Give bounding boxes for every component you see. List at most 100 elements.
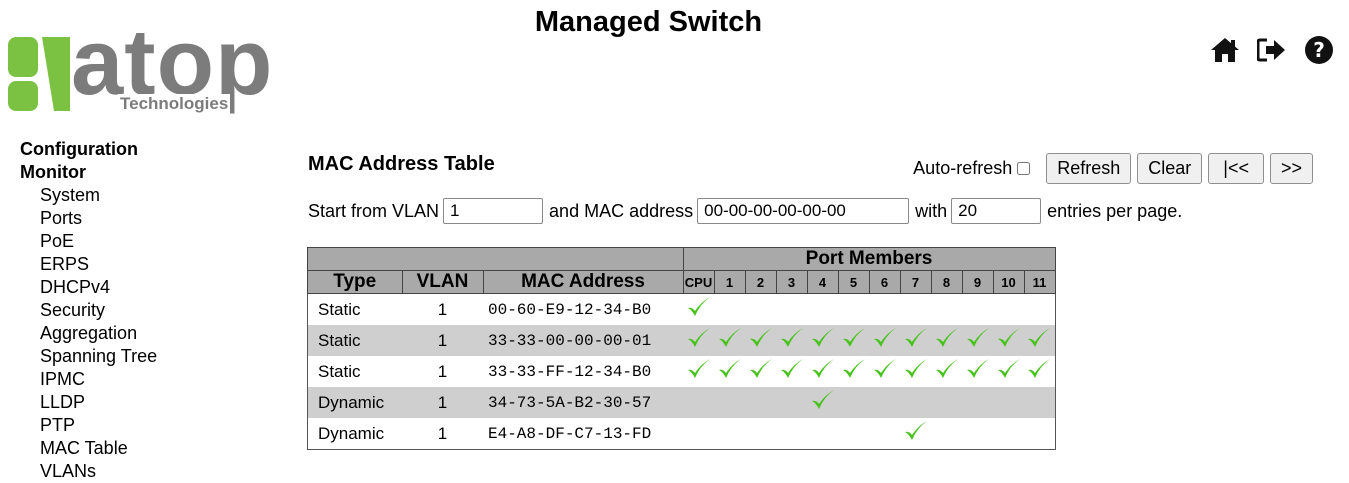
mac-address-cell: 33-33-00-00-00-01 <box>483 325 683 356</box>
port-member-cell <box>776 418 807 450</box>
port-member-cell <box>993 418 1024 450</box>
port-member-cell <box>962 325 993 356</box>
checkmark-icon <box>779 328 805 354</box>
port-member-cell <box>900 418 931 450</box>
port-header: 10 <box>992 270 1025 294</box>
table-row: Dynamic 1 E4-A8-DF-C7-13-FD <box>307 418 1055 450</box>
port-header: 6 <box>868 270 901 294</box>
with-label: with <box>915 200 948 221</box>
nav-item-mac-table[interactable]: MAC Table <box>20 437 157 460</box>
port-header: 5 <box>837 270 870 294</box>
checkmark-icon <box>1026 359 1052 385</box>
port-member-cell <box>931 387 962 418</box>
port-header: 3 <box>775 270 808 294</box>
port-member-cell <box>931 325 962 356</box>
port-member-cell <box>931 293 962 325</box>
mac-address-label: and MAC address <box>549 200 694 221</box>
port-member-cell <box>683 418 714 450</box>
port-member-cell <box>900 387 931 418</box>
home-icon[interactable] <box>1209 34 1241 66</box>
port-member-cell <box>931 356 962 387</box>
port-member-cell <box>714 325 745 356</box>
port-member-cell <box>776 387 807 418</box>
checkmark-icon <box>686 359 712 385</box>
port-member-cell <box>714 293 745 325</box>
table-row: Static 1 00-60-E9-12-34-B0 <box>307 293 1055 325</box>
logout-icon[interactable] <box>1256 34 1288 66</box>
port-header: 4 <box>806 270 839 294</box>
vlan-cell: 1 <box>402 387 483 418</box>
checkmark-icon <box>872 328 898 354</box>
port-member-cell <box>745 387 776 418</box>
mac-address-table: Port Members Type VLAN MAC Address CPU 1 2… <box>307 247 1056 450</box>
nav-item-aggregation[interactable]: Aggregation <box>20 322 157 345</box>
refresh-button[interactable]: Refresh <box>1046 153 1132 184</box>
nav-group-monitor[interactable]: Monitor <box>20 161 157 184</box>
port-member-cell <box>776 325 807 356</box>
port-member-cell <box>714 418 745 450</box>
checkmark-icon <box>903 421 929 447</box>
next-page-button[interactable]: >> <box>1269 153 1313 184</box>
port-member-cell <box>900 293 931 325</box>
port-members-header: Port Members <box>682 247 1056 271</box>
nav-item-vlans[interactable]: VLANs <box>20 460 157 483</box>
checkmark-icon <box>686 328 712 354</box>
checkmark-icon <box>965 359 991 385</box>
start-vlan-input[interactable] <box>443 198 544 224</box>
checkmark-icon <box>717 328 743 354</box>
port-member-cell <box>745 325 776 356</box>
nav-item-erps[interactable]: ERPS <box>20 253 157 276</box>
vlan-cell: 1 <box>402 356 483 387</box>
nav-item-system[interactable]: System <box>20 184 157 207</box>
page-title: MAC Address Table <box>308 153 495 175</box>
type-cell: Dynamic <box>307 418 402 450</box>
checkmark-icon <box>996 359 1022 385</box>
port-member-cell <box>900 325 931 356</box>
port-member-cell <box>1024 356 1055 387</box>
entries-per-page-input[interactable] <box>951 198 1042 224</box>
port-member-cell <box>993 325 1024 356</box>
nav-item-poe[interactable]: PoE <box>20 230 157 253</box>
port-member-cell <box>714 356 745 387</box>
sidebar-nav: Configuration Monitor System Ports PoE E… <box>20 138 157 483</box>
port-member-cell <box>838 325 869 356</box>
vlan-cell: 1 <box>402 418 483 450</box>
header-icons: ? <box>1209 34 1335 66</box>
checkmark-icon <box>903 328 929 354</box>
vlan-cell: 1 <box>402 293 483 325</box>
nav-group-configuration[interactable]: Configuration <box>20 138 157 161</box>
nav-item-spanning-tree[interactable]: Spanning Tree <box>20 345 157 368</box>
checkmark-icon <box>872 359 898 385</box>
port-member-cell <box>962 387 993 418</box>
nav-item-security[interactable]: Security <box>20 299 157 322</box>
nav-item-ptp[interactable]: PTP <box>20 414 157 437</box>
nav-item-lldp[interactable]: LLDP <box>20 391 157 414</box>
auto-refresh-checkbox[interactable] <box>1017 162 1031 175</box>
checkmark-icon <box>934 359 960 385</box>
port-member-cell <box>1024 387 1055 418</box>
nav-item-ports[interactable]: Ports <box>20 207 157 230</box>
column-header-mac: MAC Address <box>482 270 684 294</box>
port-member-cell <box>1024 293 1055 325</box>
search-row: Start from VLAN and MAC address with ent… <box>308 198 1182 224</box>
mac-address-cell: E4-A8-DF-C7-13-FD <box>483 418 683 450</box>
clear-button[interactable]: Clear <box>1137 153 1203 184</box>
mac-address-cell: 33-33-FF-12-34-B0 <box>483 356 683 387</box>
start-mac-input[interactable] <box>697 198 910 224</box>
port-member-cell <box>807 418 838 450</box>
port-member-cell <box>869 387 900 418</box>
port-member-cell <box>683 387 714 418</box>
checkmark-icon <box>934 328 960 354</box>
port-member-cell <box>869 418 900 450</box>
nav-item-ipmc[interactable]: IPMC <box>20 368 157 391</box>
checkmark-icon <box>841 328 867 354</box>
port-member-cell <box>900 356 931 387</box>
help-icon[interactable]: ? <box>1303 34 1335 66</box>
port-member-cell <box>962 356 993 387</box>
checkmark-icon <box>748 328 774 354</box>
port-header: 8 <box>930 270 963 294</box>
first-page-button[interactable]: |<< <box>1208 153 1264 184</box>
table-row: Static 1 33-33-00-00-00-01 <box>307 325 1055 356</box>
nav-item-dhcpv4[interactable]: DHCPv4 <box>20 276 157 299</box>
type-cell: Static <box>307 325 402 356</box>
